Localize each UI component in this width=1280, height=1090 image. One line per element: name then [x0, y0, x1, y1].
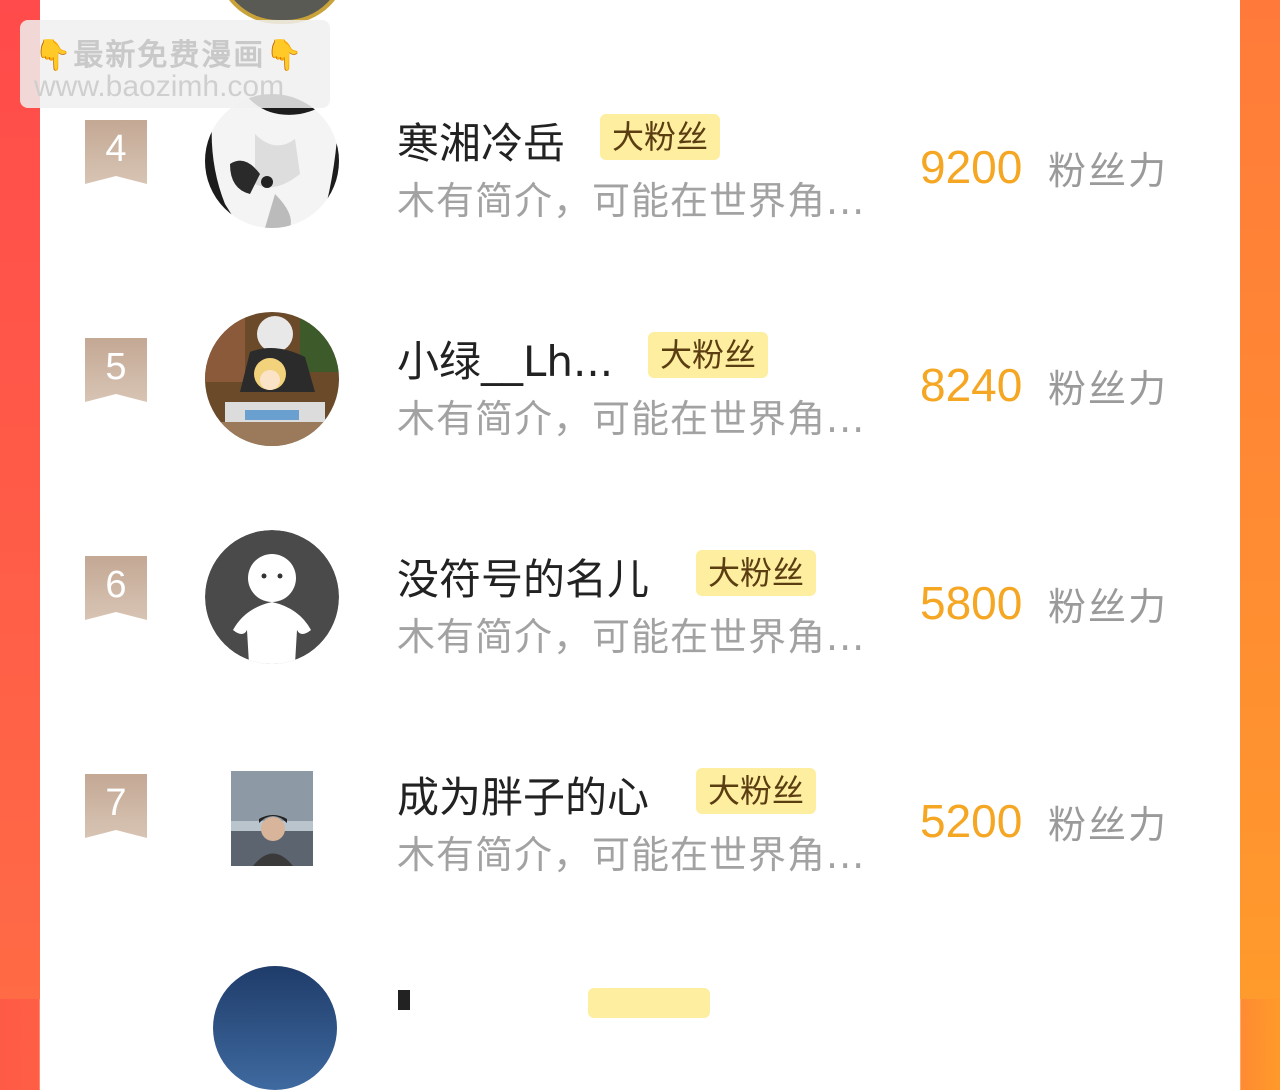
- fan-power-label: 粉丝力: [1048, 803, 1169, 847]
- fan-row[interactable]: 4 寒湘冷岳 大粉丝 木有简介，可能在世界角... 9200 粉丝力: [40, 94, 1240, 234]
- fan-name[interactable]: 成为胖子的心: [397, 764, 649, 825]
- fan-row[interactable]: 7 成为胖子的心 大粉丝 木有简介，可能在世界角... 5200 粉丝力: [40, 748, 1240, 888]
- fan-power-label: 粉丝力: [1048, 149, 1169, 193]
- avatar-anime-duo[interactable]: [205, 312, 339, 446]
- fan-score: 8240: [920, 359, 1023, 411]
- fan-row[interactable]: 6 没符号的名儿 大粉丝 木有简介，可能在世界角... 5800 粉丝力: [40, 530, 1240, 670]
- rank-badge: 5: [85, 338, 147, 402]
- big-fan-badge: 大粉丝: [696, 550, 817, 596]
- default-user-icon[interactable]: [205, 530, 339, 664]
- next-fan-name-fragment: [398, 990, 410, 1010]
- fan-intro: 木有简介，可能在世界角...: [397, 833, 866, 877]
- rank-badge: 4: [85, 120, 147, 184]
- next-fan-badge: [588, 988, 710, 1018]
- rank-number: 4: [105, 128, 127, 170]
- rank-badge: 6: [85, 556, 147, 620]
- fan-score: 5800: [920, 577, 1023, 629]
- rank-number: 5: [105, 346, 127, 388]
- fan-name[interactable]: 没符号的名儿: [397, 546, 649, 607]
- avatar-next-fan[interactable]: [213, 966, 337, 1090]
- watermark-title: 👇最新免费漫画👇: [34, 38, 305, 73]
- fan-power-label: 粉丝力: [1048, 585, 1169, 629]
- watermark-url: www.baozimh.com: [34, 70, 285, 103]
- fan-power-label: 粉丝力: [1048, 367, 1169, 411]
- left-gradient-border: [0, 0, 40, 999]
- fan-score: 5200: [920, 795, 1023, 847]
- fan-intro: 木有简介，可能在世界角...: [397, 397, 866, 441]
- fan-intro: 木有简介，可能在世界角...: [397, 179, 866, 223]
- fan-score: 9200: [920, 141, 1023, 193]
- fan-name[interactable]: 小绿__Lh...: [397, 328, 613, 389]
- site-watermark: 👇最新免费漫画👇 www.baozimh.com: [20, 20, 330, 108]
- fan-intro: 木有简介，可能在世界角...: [397, 615, 866, 659]
- rank-number: 7: [105, 782, 127, 824]
- right-gradient-border: [1240, 0, 1280, 999]
- rank-badge: 7: [85, 774, 147, 838]
- big-fan-badge: 大粉丝: [696, 768, 817, 814]
- fan-row[interactable]: 5 小绿__Lh... 大粉丝 木有简介，可能在世界角... 8240 粉丝力: [40, 312, 1240, 452]
- big-fan-badge: 大粉丝: [600, 114, 721, 160]
- pointing-hand-icon: 👇: [34, 38, 74, 73]
- pointing-hand-icon: 👇: [265, 38, 305, 73]
- avatar-photo[interactable]: [231, 771, 313, 866]
- fan-name[interactable]: 寒湘冷岳: [397, 110, 565, 171]
- avatar-manga-girl[interactable]: [205, 94, 339, 228]
- big-fan-badge: 大粉丝: [648, 332, 769, 378]
- rank-number: 6: [105, 564, 127, 606]
